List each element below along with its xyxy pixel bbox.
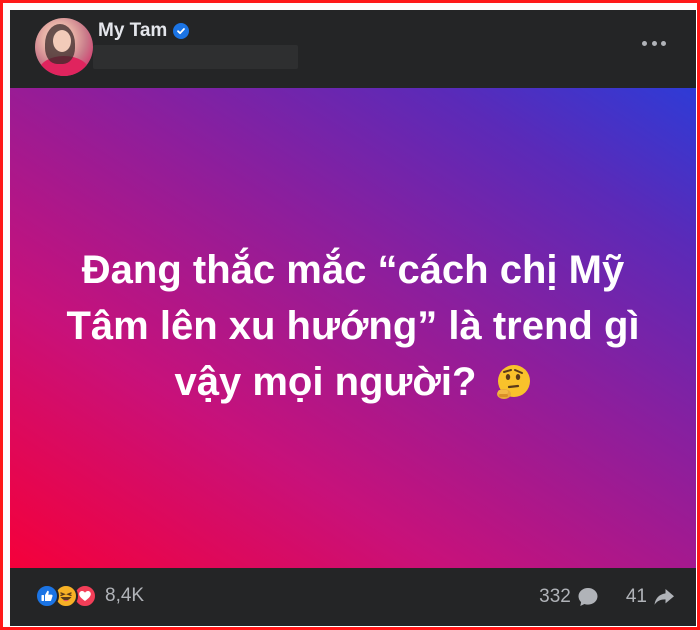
share-arrow-icon <box>652 586 676 608</box>
verified-badge-icon <box>173 23 190 39</box>
engagement-stats: 332 41 <box>539 586 676 608</box>
author-avatar[interactable] <box>35 18 93 76</box>
post-background: Đang thắc mắc “cách chị Mỹ Tâm lên xu hư… <box>10 88 696 568</box>
thinking-face-icon <box>494 360 532 399</box>
reaction-count: 8,4K <box>105 585 145 606</box>
comments-stat[interactable]: 332 <box>539 586 600 608</box>
comment-bubble-icon <box>576 586 600 608</box>
post-header: My Tam <box>10 10 696 88</box>
post-message-text: Đang thắc mắc “cách chị Mỹ Tâm lên xu hư… <box>66 247 640 404</box>
post-meta-redacted <box>93 45 298 69</box>
shares-stat[interactable]: 41 <box>626 586 676 608</box>
more-options-icon[interactable] <box>642 36 666 50</box>
author-name-row: My Tam <box>98 20 190 42</box>
like-icon <box>35 584 59 608</box>
screenshot-frame: My Tam Đang thắc mắc “cách chị Mỹ Tâm lê… <box>0 0 700 630</box>
author-name[interactable]: My Tam <box>98 20 167 42</box>
post-footer: 8,4K 332 41 <box>10 568 696 626</box>
reactions-summary[interactable]: 8,4K <box>35 584 144 608</box>
post-card: My Tam Đang thắc mắc “cách chị Mỹ Tâm lê… <box>10 10 696 626</box>
post-message: Đang thắc mắc “cách chị Mỹ Tâm lên xu hư… <box>53 242 653 410</box>
comment-count: 332 <box>539 586 571 607</box>
avatar-face-shape <box>53 30 71 52</box>
share-count: 41 <box>625 586 647 607</box>
